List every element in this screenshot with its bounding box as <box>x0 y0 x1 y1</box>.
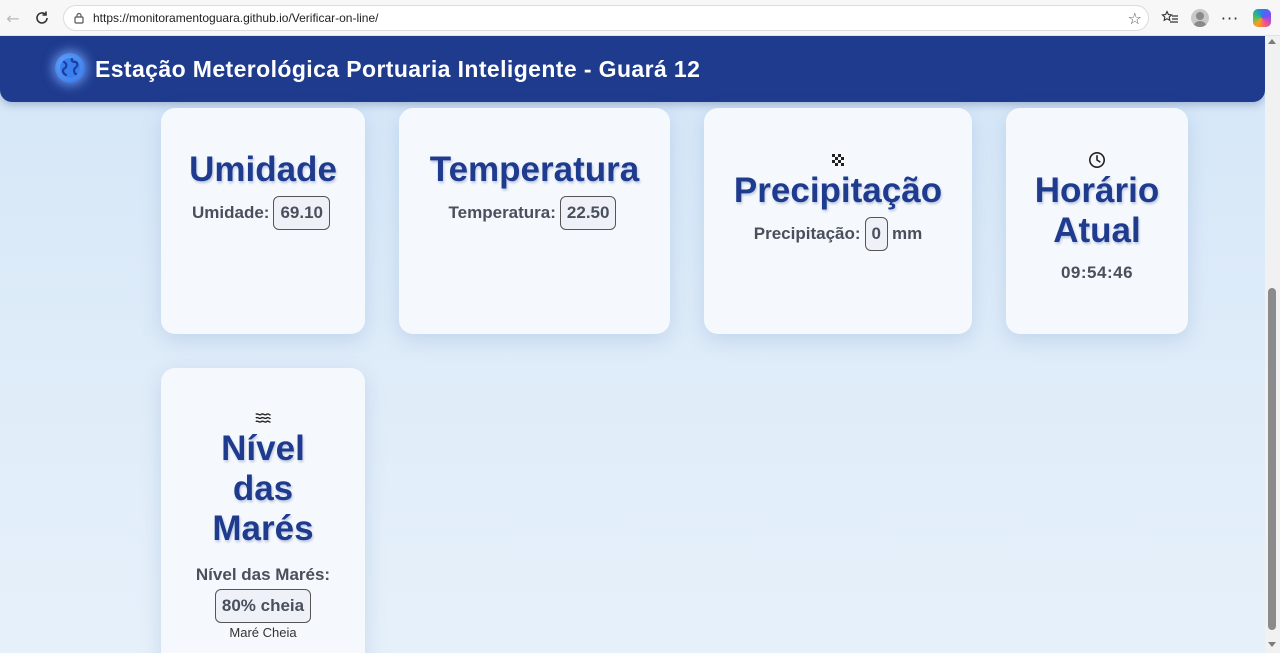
precipitation-title: Precipitação <box>733 171 943 210</box>
temperature-value: 22.50 <box>559 196 617 230</box>
tide-title-line2: das <box>232 469 294 508</box>
scroll-down-icon[interactable] <box>1268 642 1276 647</box>
waves-icon <box>254 409 272 427</box>
scroll-thumb[interactable] <box>1268 288 1276 630</box>
humidity-label: Umidade: <box>191 203 270 222</box>
precipitation-card: Precipitação Precipitação: 0 mm <box>704 108 972 334</box>
precipitation-unit: mm <box>892 224 923 243</box>
precipitation-label: Precipitação: <box>753 224 861 243</box>
current-time-title: Horário Atual <box>1035 171 1159 251</box>
clock-icon <box>1088 151 1106 169</box>
tide-status: Maré Cheia <box>229 625 297 640</box>
browser-toolbar: ← https://monitoramentoguara.github.io/V… <box>0 0 1280 36</box>
page-viewport: Estação Meterológica Portuaria Inteligen… <box>0 36 1265 653</box>
current-time-card: Horário Atual 09:54:46 <box>1006 108 1188 334</box>
favorite-star-icon[interactable]: ☆ <box>1128 9 1142 28</box>
temperature-row: Temperatura: 22.50 <box>449 196 621 230</box>
humidity-card: Umidade Umidade: 69.10 <box>161 108 365 334</box>
temperature-label: Temperatura: <box>448 203 556 222</box>
precipitation-row: Precipitação: 0 mm <box>754 217 922 251</box>
site-info-icon[interactable] <box>72 11 86 25</box>
current-time-title-line2: Atual <box>1053 211 1141 250</box>
more-options-icon[interactable]: ··· <box>1219 7 1241 29</box>
profile-avatar-icon[interactable] <box>1189 7 1211 29</box>
rain-icon <box>829 151 847 169</box>
address-bar[interactable]: https://monitoramentoguara.github.io/Ver… <box>63 5 1149 31</box>
globe-icon <box>55 53 85 83</box>
back-icon[interactable]: ← <box>2 7 24 29</box>
copilot-icon[interactable] <box>1251 7 1273 29</box>
page-scrollbar[interactable] <box>1265 36 1280 653</box>
favorites-icon[interactable] <box>1159 7 1181 29</box>
scroll-up-icon[interactable] <box>1268 39 1276 44</box>
page-title: Estação Meterológica Portuaria Inteligen… <box>95 56 701 82</box>
humidity-value: 69.10 <box>273 196 330 230</box>
url-text: https://monitoramentoguara.github.io/Ver… <box>93 11 379 25</box>
current-time-title-line1: Horário <box>1034 171 1160 210</box>
tide-level-value: 80% cheia <box>214 589 312 623</box>
temperature-card: Temperatura Temperatura: 22.50 <box>399 108 670 334</box>
tide-title-line1: Nível <box>221 429 305 468</box>
tide-level-card: Nível das Marés Nível das Marés: 80% che… <box>161 368 365 653</box>
tide-level-title: Nível das Marés <box>212 429 313 549</box>
tide-level-label: Nível das Marés: <box>195 565 331 584</box>
tide-title-line3: Marés <box>212 509 314 548</box>
temperature-title: Temperatura <box>429 150 640 189</box>
current-time-value: 09:54:46 <box>1060 263 1134 282</box>
humidity-row: Umidade: 69.10 <box>192 196 334 230</box>
humidity-title: Umidade <box>189 150 337 189</box>
site-header: Estação Meterológica Portuaria Inteligen… <box>0 36 1265 102</box>
reload-icon[interactable] <box>31 7 53 29</box>
precipitation-value: 0 <box>864 217 888 251</box>
